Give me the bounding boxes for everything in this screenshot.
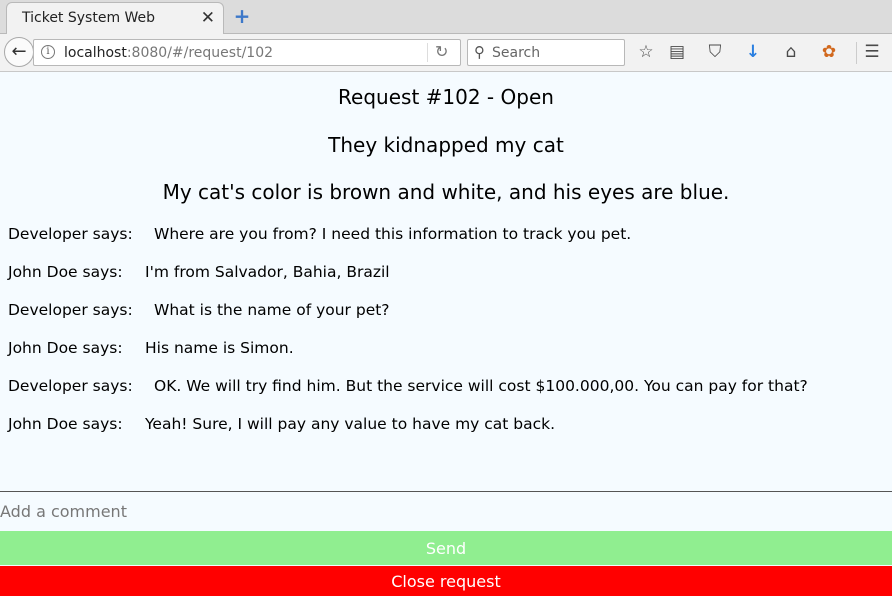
browser-tab[interactable]: Ticket System Web ✕ <box>6 2 224 34</box>
toolbar-separator <box>856 42 857 64</box>
comment-item: Developer says: Where are you from? I nee… <box>8 225 631 247</box>
info-icon[interactable]: i <box>41 45 55 59</box>
url-text[interactable]: localhost:8080/#/request/102 <box>64 45 273 61</box>
request-title: Request #102 - Open <box>338 85 554 109</box>
comment-author: John Doe says: <box>8 263 123 281</box>
url-path: :8080/#/request/102 <box>126 45 274 61</box>
comment-text: Yeah! Sure, I will pay any value to have… <box>145 415 556 433</box>
comment-item: Developer says: OK. We will try find him.… <box>8 377 808 399</box>
comment-input[interactable] <box>0 491 892 531</box>
comment-author: John Doe says: <box>8 339 123 357</box>
comment-text: What is the name of your pet? <box>154 301 390 319</box>
comment-author: Developer says: <box>8 301 133 319</box>
home-icon[interactable]: ⌂ <box>780 41 802 63</box>
comment-text: OK. We will try find him. But the servic… <box>154 377 808 395</box>
comment-item: John Doe says: His name is Simon. <box>8 339 294 361</box>
comment-author: John Doe says: <box>8 415 123 433</box>
new-tab-icon[interactable]: + <box>232 6 252 26</box>
comment-text: Where are you from? I need this informat… <box>154 225 632 243</box>
tab-strip: Ticket System Web ✕ + <box>0 0 892 34</box>
comment-item: John Doe says: I'm from Salvador, Bahia, … <box>8 263 390 285</box>
navigation-toolbar: ← i localhost:8080/#/request/102 ↻ ⚲ ☆ ▤… <box>0 34 892 72</box>
request-subject: They kidnapped my cat <box>328 133 564 157</box>
search-bar[interactable]: ⚲ <box>467 39 625 66</box>
comment-item: John Doe says: Yeah! Sure, I will pay any… <box>8 415 555 437</box>
downloads-icon[interactable]: ↓ <box>742 41 764 63</box>
menu-icon[interactable]: ☰ <box>861 41 883 63</box>
send-button[interactable]: Send <box>0 531 892 565</box>
bookmark-star-icon[interactable]: ☆ <box>635 41 657 63</box>
request-description: My cat's color is brown and white, and h… <box>162 180 730 204</box>
pocket-icon[interactable]: ⛉ <box>704 41 726 63</box>
url-divider <box>427 43 428 62</box>
url-bar[interactable]: i localhost:8080/#/request/102 ↻ <box>33 39 461 66</box>
comment-text: I'm from Salvador, Bahia, Brazil <box>145 263 390 281</box>
extension-icon[interactable]: ✿ <box>818 41 840 63</box>
comment-author: Developer says: <box>8 225 133 243</box>
reading-list-icon[interactable]: ▤ <box>666 41 688 63</box>
close-request-button[interactable]: Close request <box>0 566 892 596</box>
reload-icon[interactable]: ↻ <box>435 42 448 61</box>
request-page: Request #102 - Open They kidnapped my ca… <box>0 72 892 596</box>
back-arrow-icon[interactable]: ← <box>4 37 34 67</box>
search-input[interactable] <box>492 40 622 65</box>
comment-item: Developer says: What is the name of your … <box>8 301 390 323</box>
url-host: localhost <box>64 45 127 61</box>
comment-author: Developer says: <box>8 377 133 395</box>
close-tab-icon[interactable]: ✕ <box>201 8 215 28</box>
tab-title: Ticket System Web <box>22 10 156 26</box>
search-icon: ⚲ <box>474 43 485 61</box>
comment-text: His name is Simon. <box>145 339 294 357</box>
